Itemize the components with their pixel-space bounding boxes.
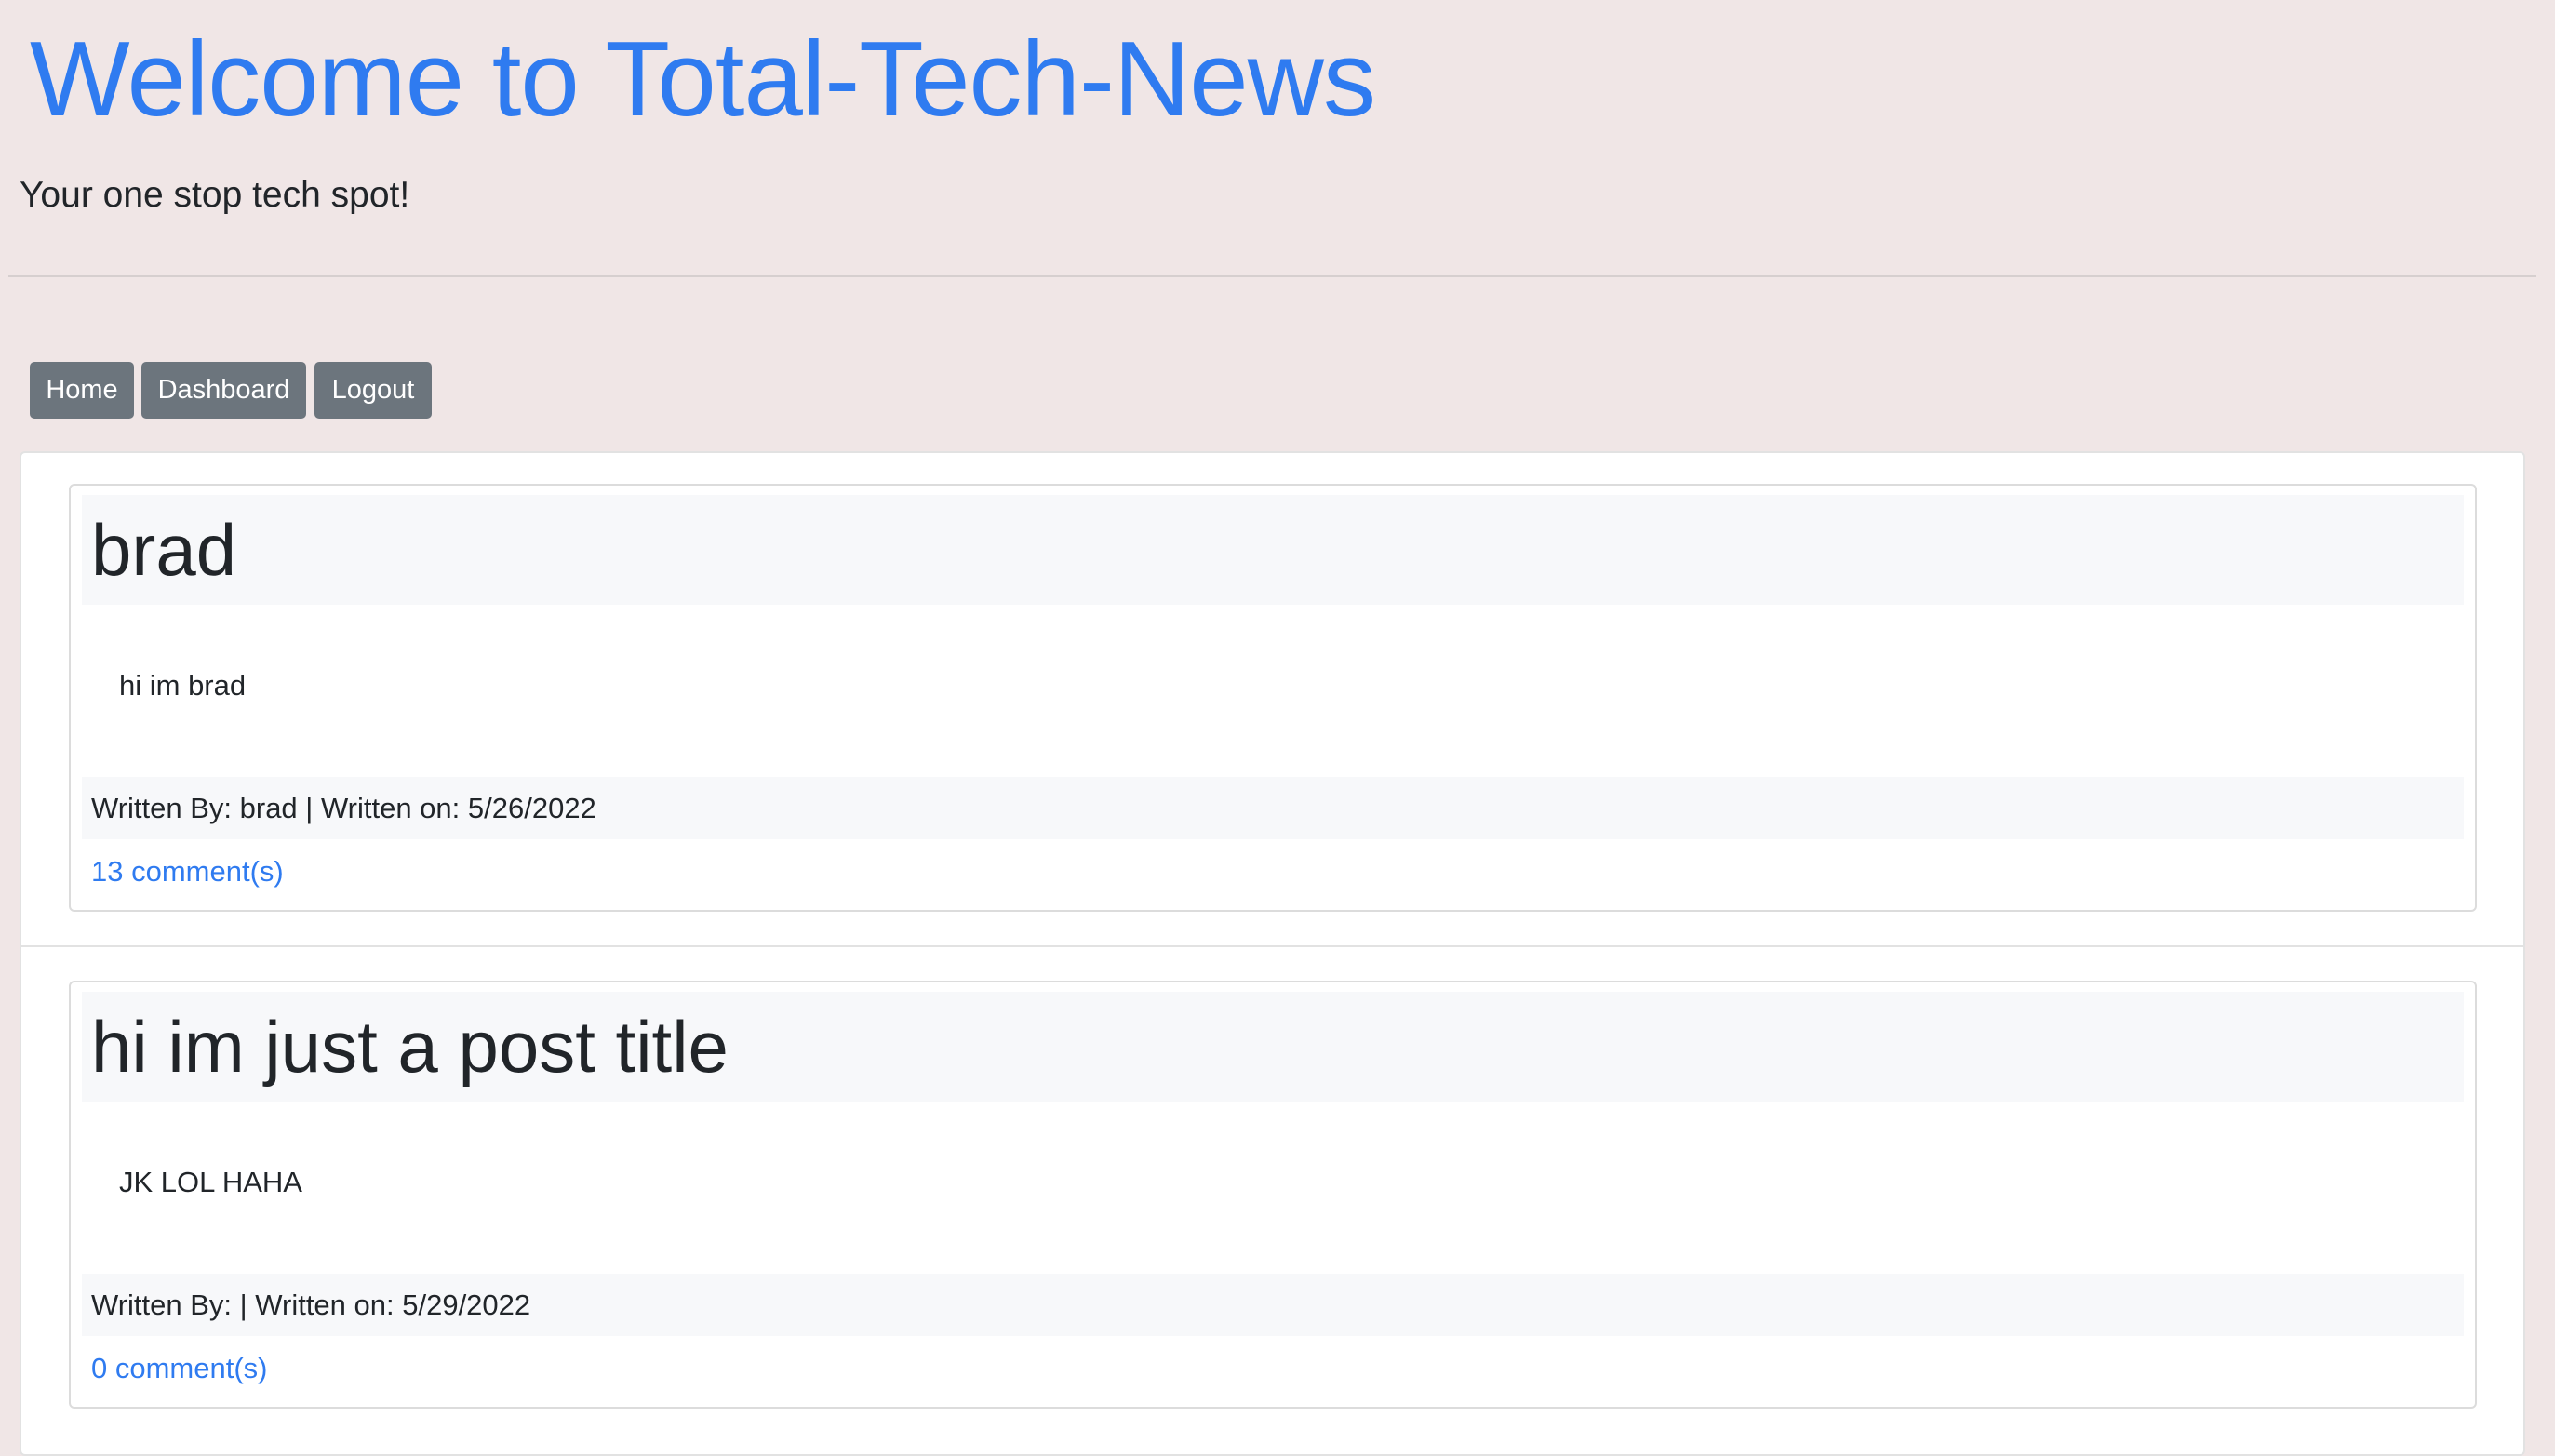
post-title: hi im just a post title	[91, 1005, 729, 1088]
comments-link[interactable]: 0 comment(s)	[91, 1352, 267, 1385]
tagline: Your one stop tech spot!	[20, 175, 410, 215]
logout-button[interactable]: Logout	[314, 362, 432, 419]
post-footer: Written By: | Written on: 5/29/2022	[82, 1274, 2464, 1336]
post-header: hi im just a post title	[82, 992, 2464, 1102]
comments-link[interactable]: 13 comment(s)	[91, 855, 284, 888]
post-title: brad	[91, 508, 237, 591]
post-footer: Written By: brad | Written on: 5/26/2022	[82, 777, 2464, 839]
page-title: Welcome to Total-Tech-News	[30, 20, 1376, 139]
post-meta: Written By: brad | Written on: 5/26/2022	[91, 791, 596, 824]
post-body: JK LOL HAHA	[119, 1166, 302, 1198]
post-card: hi im just a post title JK LOL HAHA Writ…	[69, 981, 2477, 1409]
post-header: brad	[82, 495, 2464, 605]
post-card: brad hi im brad Written By: brad | Writt…	[69, 484, 2477, 912]
post-body: hi im brad	[119, 669, 247, 701]
post-divider	[20, 945, 2525, 947]
post-meta: Written By: | Written on: 5/29/2022	[91, 1288, 531, 1321]
header-divider	[8, 275, 2536, 277]
home-button[interactable]: Home	[30, 362, 134, 419]
dashboard-button[interactable]: Dashboard	[141, 362, 306, 419]
